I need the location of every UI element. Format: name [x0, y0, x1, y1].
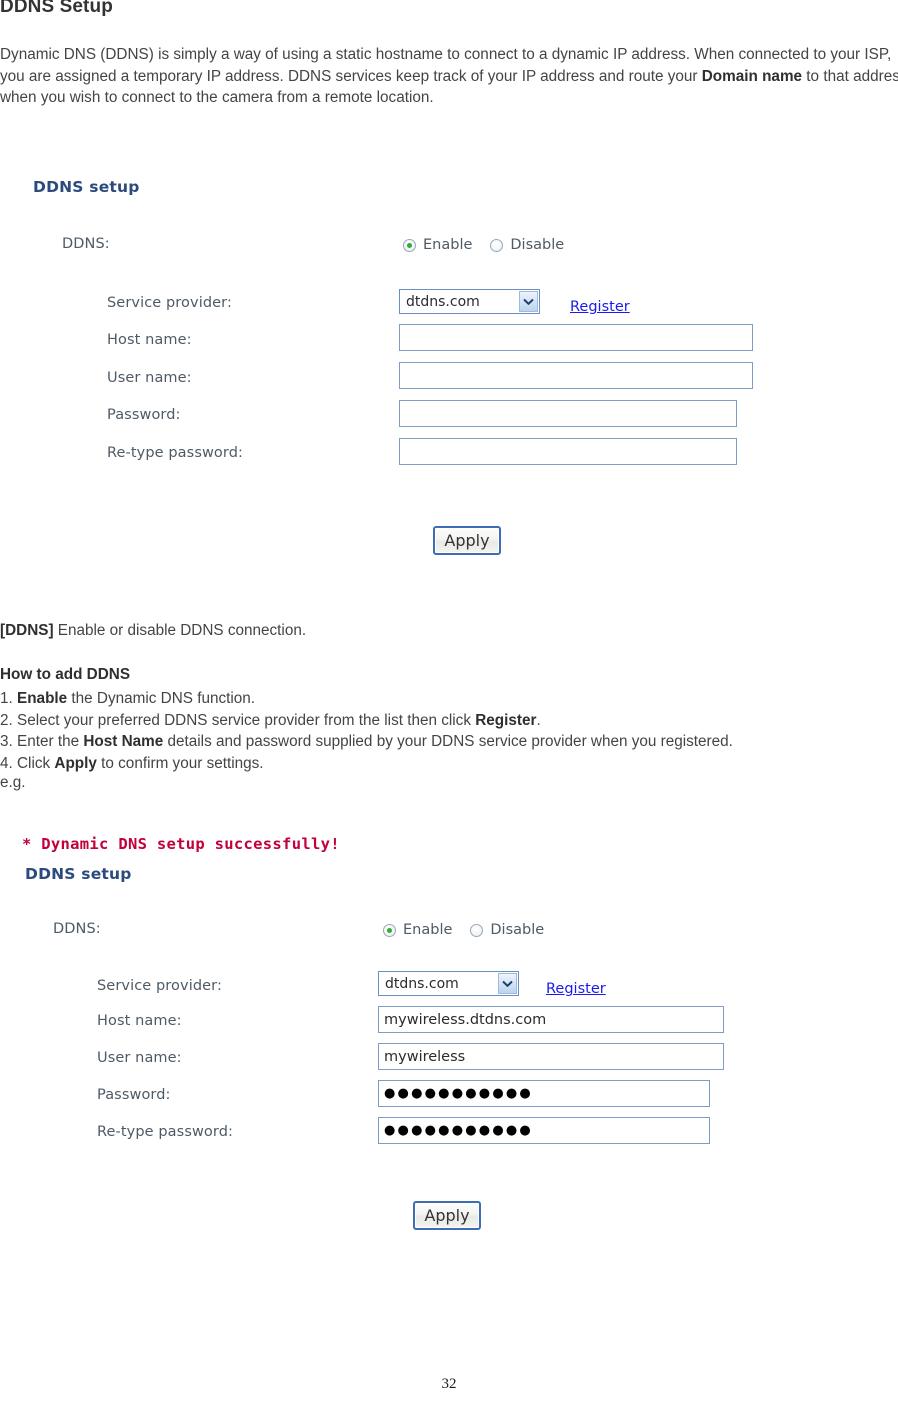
service-provider-label: Service provider: — [97, 978, 222, 994]
retype-password-value: ●●●●●●●●●●● — [384, 1123, 533, 1138]
radio-disable-label: Disable — [490, 922, 545, 938]
radio-enable[interactable] — [383, 923, 396, 937]
ddns-setup-heading: DDNS setup — [25, 865, 132, 883]
user-name-value: mywireless — [384, 1048, 466, 1065]
success-message: * Dynamic DNS setup successfully! — [22, 835, 340, 853]
service-provider-select[interactable]: dtdns.com — [378, 971, 519, 996]
page-number: 32 — [441, 1376, 457, 1392]
ddns-setup-form-filled: * Dynamic DNS setup successfully! DDNS s… — [0, 0, 898, 1280]
radio-disable[interactable] — [470, 923, 484, 937]
apply-button-label: Apply — [424, 1206, 470, 1225]
password-label: Password: — [97, 1087, 171, 1103]
retype-password-label: Re-type password: — [97, 1124, 234, 1140]
apply-button[interactable]: Apply — [413, 1201, 481, 1230]
host-name-value: mywireless.dtdns.com — [384, 1011, 547, 1028]
ddns-radio-group[interactable]: Enable Disable — [383, 922, 544, 938]
radio-enable-label: Enable — [403, 922, 453, 938]
user-name-input[interactable]: mywireless — [378, 1043, 724, 1070]
register-link[interactable]: Register — [546, 981, 606, 997]
password-value: ●●●●●●●●●●● — [384, 1086, 533, 1101]
host-name-label: Host name: — [97, 1013, 182, 1029]
password-input[interactable]: ●●●●●●●●●●● — [378, 1080, 710, 1107]
service-provider-value: dtdns.com — [385, 975, 459, 992]
chevron-down-icon[interactable] — [498, 973, 517, 994]
retype-password-input[interactable]: ●●●●●●●●●●● — [378, 1117, 710, 1144]
host-name-input[interactable]: mywireless.dtdns.com — [378, 1006, 724, 1033]
user-name-label: User name: — [97, 1050, 182, 1066]
ddns-label: DDNS: — [53, 921, 101, 937]
